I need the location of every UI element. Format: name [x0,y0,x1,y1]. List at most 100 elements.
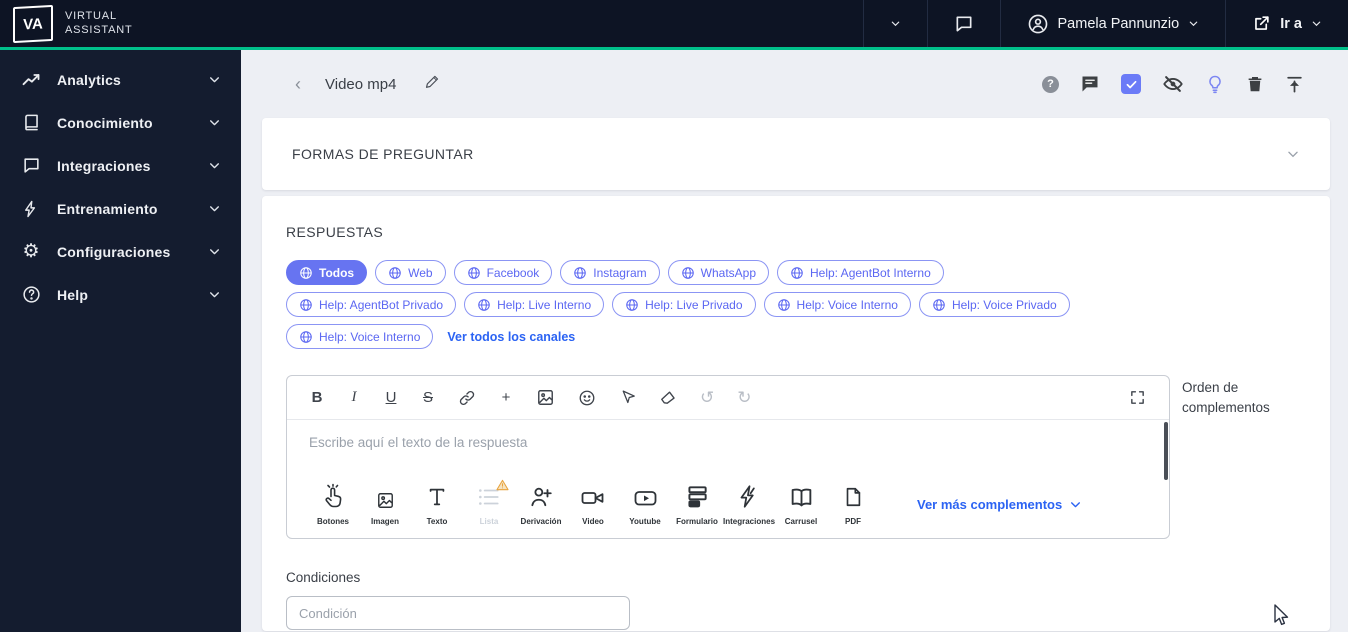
globe-icon [573,266,587,280]
sidebar-item-help[interactable]: Help [0,273,241,316]
channel-chip-label: Help: Voice Interno [796,297,898,312]
globe-icon [299,298,313,312]
channel-chip[interactable]: Todos [286,260,368,285]
sidebar-item-conocimiento[interactable]: Conocimiento [0,101,241,144]
image-icon [536,388,555,407]
sidebar-item-label: Configuraciones [57,243,171,260]
page-title: Video mp4 [325,75,397,93]
strikethrough-button[interactable]: S [421,389,435,406]
channel-chip-label: Facebook [486,265,540,280]
channel-chip[interactable]: WhatsApp [667,260,769,285]
bulb-icon [1205,74,1225,94]
publish-button[interactable] [1285,75,1304,94]
chevron-down-icon [210,206,219,212]
channel-chips: Todos Web Facebook Instagram WhatsApp Help: A… [286,260,1116,349]
bold-button[interactable]: B [310,389,324,406]
comment-button[interactable] [1080,74,1100,94]
editor-input[interactable]: Escribe aquí el texto de la respuesta [287,420,1169,476]
brand-text: VIRTUAL ASSISTANT [65,9,133,36]
channel-chip[interactable]: Facebook [453,260,553,285]
eraser-button[interactable] [659,389,677,407]
channel-chip[interactable]: Help: Voice Interno [286,324,434,349]
link-icon [458,389,476,407]
complement-carrusel[interactable]: Carrusel [775,482,827,526]
channel-chip[interactable]: Help: Voice Interno [763,292,911,317]
chevron-down-icon [1069,498,1082,511]
see-all-channels-link[interactable]: Ver todos los canales [447,330,575,344]
complement-imagen[interactable]: Imagen [359,482,411,526]
help-circle-button[interactable]: ? [1042,75,1059,93]
checkbox-icon [1121,74,1141,94]
globe-icon [932,298,946,312]
chevron-down-icon [210,292,219,298]
formas-de-preguntar-panel[interactable]: FORMAS DE PREGUNTAR [262,118,1330,190]
sidebar-item-configuraciones[interactable]: ⚙ Configuraciones [0,230,241,273]
hand-pointer-icon [321,482,345,510]
channel-chip-label: Help: AgentBot Privado [319,297,444,312]
channel-chip[interactable]: Help: AgentBot Privado [286,292,457,317]
fullscreen-button[interactable] [1129,389,1146,406]
complement-integraciones[interactable]: Integraciones [723,482,775,526]
sidebar-item-label: Analytics [57,71,122,88]
undo-button: ↺ [700,387,715,407]
globe-icon [467,266,481,280]
trash-button[interactable] [1246,75,1264,94]
complement-pdf[interactable]: PDF [827,482,879,526]
analytics-icon [20,70,42,90]
condition-input[interactable] [286,596,630,630]
checkbox-button[interactable] [1121,74,1141,94]
complement-formulario[interactable]: Formulario [671,482,723,526]
link-button[interactable] [458,389,476,407]
see-more-complements-link[interactable]: Ver más complementos [917,497,1082,512]
sidebar-item-entrenamiento[interactable]: Entrenamiento [0,187,241,230]
image-button[interactable] [536,388,555,407]
channel-chip-label: Help: Live Privado [645,297,743,312]
user-plus-icon [528,482,554,510]
complement-label: Imagen [370,517,399,526]
go-to-menu[interactable]: Ir a [1225,0,1348,47]
edit-title-button[interactable] [424,73,442,96]
help-icon [20,285,42,304]
complement-botones[interactable]: Botones [307,482,359,526]
underline-button[interactable]: U [384,389,398,406]
video-camera-icon [579,482,607,510]
complement-video[interactable]: Video [567,482,619,526]
pointer-icon [619,389,636,406]
channel-chip[interactable]: Web [375,260,446,285]
chat-bubble-icon [20,156,42,175]
topbar-chat-button[interactable] [926,0,1000,47]
channel-chip[interactable]: Instagram [560,260,660,285]
channel-chip[interactable]: Help: Voice Privado [918,292,1070,317]
chevron-down-icon [210,120,219,126]
globe-icon [299,266,313,280]
sidebar-item-analytics[interactable]: Analytics [0,58,241,101]
complement-texto[interactable]: Texto [411,482,463,526]
complement-derivaci-n[interactable]: Derivación [515,482,567,526]
topbar-dropdown[interactable] [862,0,927,47]
user-menu[interactable]: Pamela Pannunzio [999,0,1226,47]
emoji-button[interactable] [578,389,596,407]
complement-label: Formulario [676,517,718,526]
content-header: ‹ Video mp4 ? [241,50,1348,118]
back-button[interactable]: ‹ [295,74,301,95]
chevron-down-icon[interactable] [1286,147,1300,161]
pdf-icon [842,482,864,510]
eye-off-button[interactable] [1162,73,1184,95]
complement-youtube[interactable]: Youtube [619,482,671,526]
editor-scrollbar[interactable] [1164,422,1168,480]
formas-title: FORMAS DE PREGUNTAR [292,146,474,162]
pointer-button[interactable] [619,389,636,406]
sidebar-item-integraciones[interactable]: Integraciones [0,144,241,187]
channel-chip[interactable]: Help: Live Privado [612,292,756,317]
plus-button[interactable]: + [499,389,513,406]
complement-label: Carrusel [784,517,818,526]
channel-chip[interactable]: Help: AgentBot Interno [777,260,944,285]
text-icon [426,482,448,510]
bulb-button[interactable] [1205,74,1225,94]
channel-chip[interactable]: Help: Live Interno [464,292,605,317]
globe-icon [790,266,804,280]
italic-button[interactable]: I [347,389,361,406]
complement-label: Lista [479,517,499,526]
list-icon [476,479,509,510]
chevron-down-icon [891,21,899,27]
